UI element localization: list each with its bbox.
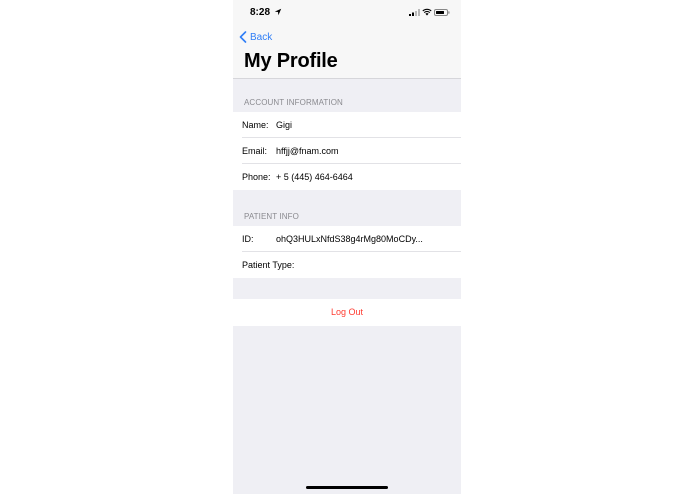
navigation-bar: Back My Profile [233, 26, 461, 79]
email-value: hffjj@fnam.com [276, 146, 339, 156]
location-arrow-icon [274, 8, 282, 16]
cellular-signal-icon [409, 9, 420, 16]
email-row[interactable]: Email: hffjj@fnam.com [233, 138, 461, 164]
account-info-group: Name: Gigi Email: hffjj@fnam.com Phone: … [233, 112, 461, 190]
phone-row[interactable]: Phone: + 5 (445) 464-6464 [233, 164, 461, 190]
chevron-left-icon [239, 31, 247, 43]
patient-section-header: PATIENT INFO [244, 212, 299, 221]
logout-button[interactable]: Log Out [233, 299, 461, 326]
phone-value: + 5 (445) 464-6464 [276, 172, 353, 182]
patient-type-label: Patient Type: [242, 260, 295, 270]
status-bar: 8:28 [233, 0, 461, 26]
back-label: Back [250, 31, 273, 43]
phone-label: Phone: [242, 172, 271, 182]
battery-icon [434, 9, 450, 16]
home-indicator[interactable] [306, 486, 388, 489]
patient-id-value: ohQ3HULxNfdS38g4rMg80MoCDy... [276, 234, 423, 244]
patient-id-row[interactable]: ID: ohQ3HULxNfdS38g4rMg80MoCDy... [233, 226, 461, 252]
phone-screen: 8:28 Back My Profile ACCOUNT INFORMATION… [233, 0, 461, 494]
name-label: Name: [242, 120, 269, 130]
patient-id-label: ID: [242, 234, 254, 244]
patient-info-group: ID: ohQ3HULxNfdS38g4rMg80MoCDy... Patien… [233, 226, 461, 278]
name-value: Gigi [276, 120, 293, 130]
page-title: My Profile [244, 50, 338, 72]
status-time: 8:28 [250, 7, 271, 18]
logout-label: Log Out [330, 307, 364, 317]
name-row[interactable]: Name: Gigi [233, 112, 461, 138]
patient-type-row[interactable]: Patient Type: [233, 252, 461, 278]
email-label: Email: [242, 146, 268, 156]
back-button[interactable]: Back [239, 30, 272, 44]
account-section-header: ACCOUNT INFORMATION [244, 98, 343, 107]
wifi-icon [422, 8, 432, 16]
